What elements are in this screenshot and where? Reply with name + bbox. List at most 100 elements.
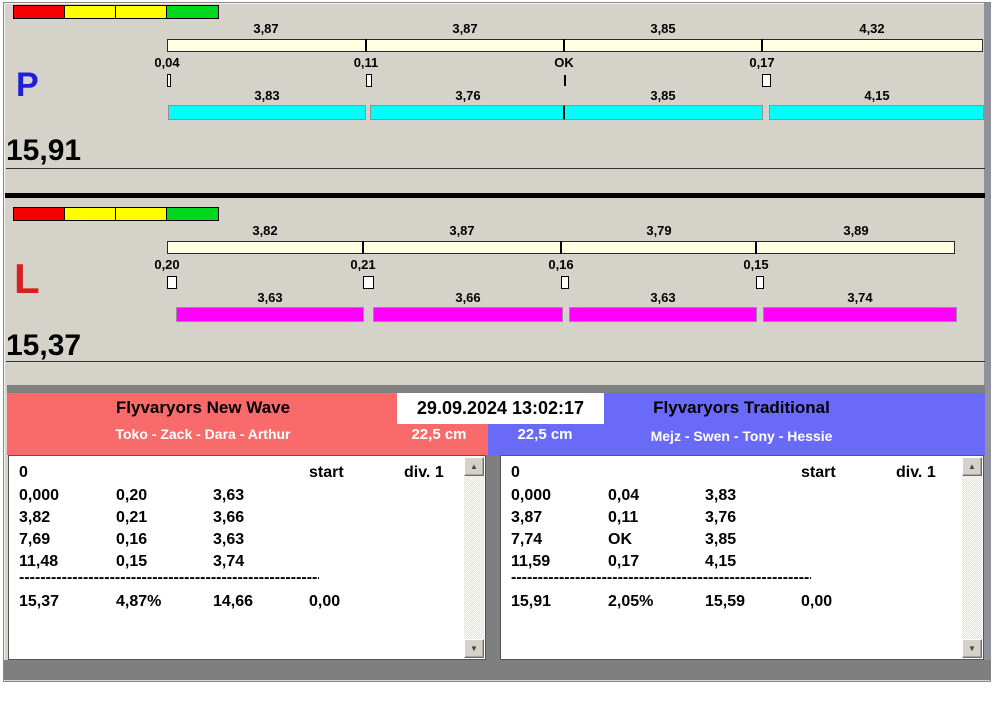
sector-bar xyxy=(374,308,562,321)
scroll-down-button[interactable]: ▼ xyxy=(464,639,484,658)
table-cell: 3,85 xyxy=(705,531,737,548)
table-cell: 7,69 xyxy=(19,531,51,548)
table-cell: 3,76 xyxy=(705,509,737,526)
scroll-up-button[interactable]: ▲ xyxy=(962,457,982,476)
table-cell: 3,83 xyxy=(705,487,737,504)
table-cell: start xyxy=(801,464,836,481)
table-cell: 0 xyxy=(19,464,28,481)
scroll-up-icon: ▲ xyxy=(470,461,478,471)
table-separator: ----------------------------------------… xyxy=(19,569,319,586)
panel-underline xyxy=(6,168,985,169)
lane-total: 15,91 xyxy=(6,134,82,167)
window-border-bottom xyxy=(4,660,991,680)
exchange-marker xyxy=(366,74,372,87)
strip-cell-yellow-icon xyxy=(65,6,116,18)
scroll-down-icon: ▼ xyxy=(470,643,478,653)
app-window: Flyvaryors New Wave Toko - Zack - Dara -… xyxy=(0,0,995,716)
table-cell: 15,37 xyxy=(19,593,60,610)
sector-label: 3,74 xyxy=(847,290,873,305)
sector-bar xyxy=(564,106,762,119)
exchange-marker-ok xyxy=(564,75,566,86)
split-label: 3,89 xyxy=(843,223,869,238)
results-table: 0 start div. 1 0,000 0,04 3,83 3,87 0,11 3,76 7,7… xyxy=(500,455,984,660)
strip-cell-green-icon xyxy=(167,208,218,220)
exchange-label: 0,04 xyxy=(154,55,180,70)
team-title: Flyvaryors New Wave xyxy=(115,398,291,417)
split-divider xyxy=(365,39,367,52)
exchange-label: 0,11 xyxy=(353,55,379,70)
split-label: 3,87 xyxy=(452,21,478,36)
exchange-marker xyxy=(756,276,764,289)
sector-label: 3,66 xyxy=(455,290,481,305)
table-cell: 15,91 xyxy=(511,593,552,610)
scroll-down-button[interactable]: ▼ xyxy=(962,639,982,658)
sector-bar xyxy=(570,308,756,321)
split-label: 3,87 xyxy=(253,21,279,36)
split-divider xyxy=(761,39,763,52)
lane-letter: P xyxy=(16,66,39,104)
table-cell: 0,000 xyxy=(511,487,552,504)
table-cell: 0,00 xyxy=(801,593,833,610)
lane-letter: L xyxy=(14,255,40,302)
vertical-scrollbar[interactable]: ▲ ▼ xyxy=(962,457,982,658)
exchange-marker xyxy=(167,276,177,289)
table-cell: 0,11 xyxy=(608,509,639,526)
table-cell: 0,16 xyxy=(116,531,148,548)
vertical-scrollbar[interactable]: ▲ ▼ xyxy=(464,457,484,658)
lane-separator-line xyxy=(5,193,985,198)
table-cell: div. 1 xyxy=(404,464,444,481)
strip-cell-red-icon xyxy=(14,208,65,220)
split-label: 3,85 xyxy=(650,21,676,36)
table-cell: 3,87 xyxy=(511,509,543,526)
exchange-label: 0,21 xyxy=(350,257,376,272)
sector-label: 3,83 xyxy=(254,88,280,103)
split-label: 3,87 xyxy=(449,223,475,238)
table-cell: 2,05% xyxy=(608,593,654,610)
strip-cell-red-icon xyxy=(14,6,65,18)
table-cell: OK xyxy=(608,531,632,548)
scroll-up-icon: ▲ xyxy=(968,461,976,471)
traffic-light-strip xyxy=(13,207,219,221)
split-divider xyxy=(755,241,757,254)
sector-bar-divider xyxy=(563,106,565,119)
table-cell: 0,04 xyxy=(608,487,640,504)
split-bar xyxy=(167,39,983,52)
distance-label-left: 22,5 cm xyxy=(411,426,467,443)
scroll-up-button[interactable]: ▲ xyxy=(464,457,484,476)
sector-bar xyxy=(764,308,956,321)
exchange-marker xyxy=(762,74,771,87)
exchange-marker xyxy=(561,276,569,289)
split-divider xyxy=(563,39,565,52)
split-divider xyxy=(560,241,562,254)
table-cell: 3,82 xyxy=(19,509,51,526)
table-cell: 3,63 xyxy=(213,487,245,504)
sector-label: 3,63 xyxy=(257,290,283,305)
table-cell: 3,66 xyxy=(213,509,245,526)
exchange-label: 0,15 xyxy=(743,257,769,272)
datetime-box: 29.09.2024 13:02:17 xyxy=(397,393,604,424)
table-gap-divider xyxy=(486,455,500,660)
sector-bar xyxy=(770,106,983,119)
table-cell: 4,87% xyxy=(116,593,162,610)
exchange-label: 0,20 xyxy=(154,257,180,272)
table-separator: ----------------------------------------… xyxy=(511,569,811,586)
sector-bar xyxy=(371,106,564,119)
sector-label: 3,63 xyxy=(650,290,676,305)
sector-bar xyxy=(169,106,365,119)
distance-label-right: 22,5 cm xyxy=(517,426,573,443)
strip-cell-yellow-icon xyxy=(116,208,167,220)
exchange-label: 0,17 xyxy=(749,55,775,70)
table-cell: 15,59 xyxy=(705,593,746,610)
team-members: Toko - Zack - Dara - Arthur xyxy=(115,426,291,442)
table-cell: 0,21 xyxy=(116,509,148,526)
table-cell: 0,20 xyxy=(116,487,148,504)
table-cell: 14,66 xyxy=(213,593,254,610)
split-divider xyxy=(362,241,364,254)
split-label: 3,82 xyxy=(252,223,278,238)
strip-cell-green-icon xyxy=(167,6,218,18)
table-cell: 0 xyxy=(511,464,520,481)
exchange-marker xyxy=(167,74,171,87)
table-cell: start xyxy=(309,464,344,481)
sector-label: 3,76 xyxy=(455,88,481,103)
split-label: 4,32 xyxy=(859,21,885,36)
